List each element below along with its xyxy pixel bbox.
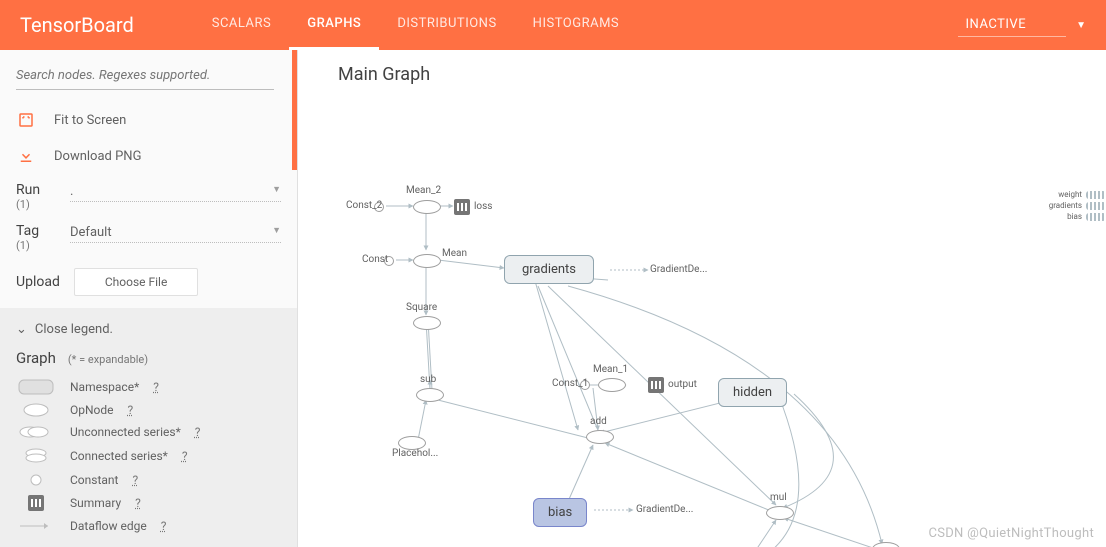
status-label: INACTIVE bbox=[966, 17, 1027, 32]
help-icon[interactable]: ? bbox=[135, 496, 141, 510]
placehol-label: Placehol... bbox=[392, 448, 438, 459]
legend-summary: Summary ? bbox=[16, 491, 281, 515]
mean2-label: Mean_2 bbox=[406, 185, 441, 196]
help-icon[interactable]: ? bbox=[195, 425, 201, 439]
tag-select[interactable]: Default▼ bbox=[70, 223, 281, 243]
add-opnode[interactable] bbox=[586, 430, 614, 444]
mul-opnode[interactable] bbox=[766, 506, 794, 520]
placehol2-opnode[interactable] bbox=[872, 542, 900, 547]
scroll-indicator[interactable] bbox=[292, 50, 297, 170]
square-label: Square bbox=[406, 302, 437, 313]
search-input[interactable] bbox=[16, 62, 274, 90]
graph-canvas[interactable]: Main Graph bbox=[298, 50, 1106, 547]
upload-label: Upload bbox=[16, 274, 60, 290]
canvas-title: Main Graph bbox=[338, 64, 430, 85]
run-select[interactable]: .▼ bbox=[70, 182, 281, 202]
graph-viewport[interactable]: gradients hidden bias weight Mean_2 Mean… bbox=[318, 100, 1106, 547]
download-icon bbox=[16, 146, 36, 166]
chevron-down-icon: ▼ bbox=[272, 225, 281, 240]
close-legend-toggle[interactable]: ⌄ Close legend. bbox=[16, 318, 281, 341]
fit-to-screen-button[interactable]: Fit to Screen bbox=[16, 102, 281, 138]
tab-distributions[interactable]: DISTRIBUTIONS bbox=[379, 0, 514, 50]
chevron-down-icon: ▼ bbox=[1076, 20, 1086, 31]
loss-summary[interactable] bbox=[454, 199, 470, 215]
add-label: add bbox=[590, 416, 607, 427]
choose-file-button[interactable]: Choose File bbox=[74, 268, 198, 296]
tab-graphs[interactable]: GRAPHS bbox=[289, 0, 379, 50]
legend-dataflow: Dataflow edge ? bbox=[16, 515, 281, 537]
unconnected-series-icon bbox=[16, 425, 56, 439]
minimap: weight gradients bias bbox=[1031, 190, 1106, 223]
opnode-icon bbox=[16, 403, 56, 417]
watermark: CSDN @QuietNightThought bbox=[928, 526, 1094, 541]
legend-title: Graph bbox=[16, 349, 56, 367]
mean1-label: Mean_1 bbox=[593, 364, 628, 375]
mean-label: Mean bbox=[442, 248, 467, 259]
run-label: Run bbox=[16, 182, 56, 198]
chevron-down-icon: ⌄ bbox=[16, 322, 27, 337]
const-label: Const bbox=[362, 254, 388, 265]
tab-scalars[interactable]: SCALARS bbox=[194, 0, 290, 50]
mul-label: mul bbox=[770, 492, 787, 503]
square-opnode[interactable] bbox=[413, 316, 441, 330]
const2-label: Const_2 bbox=[346, 200, 382, 211]
help-icon[interactable]: ? bbox=[161, 519, 167, 533]
legend-namespace: Namespace* ? bbox=[16, 375, 281, 399]
download-label: Download PNG bbox=[54, 149, 141, 164]
header-tabs: SCALARS GRAPHS DISTRIBUTIONS HISTOGRAMS bbox=[194, 0, 637, 50]
legend-hint: (* = expandable) bbox=[68, 353, 148, 366]
mean1-opnode[interactable] bbox=[598, 378, 626, 392]
sub-label: sub bbox=[420, 374, 436, 385]
legend-section: ⌄ Close legend. Graph (* = expandable) N… bbox=[0, 308, 297, 547]
connected-series-icon bbox=[16, 447, 56, 465]
legend-connected: Connected series* ? bbox=[16, 443, 281, 469]
dataflow-edge-icon bbox=[16, 521, 56, 531]
help-icon[interactable]: ? bbox=[128, 403, 134, 417]
gradientde2-label: GradientDe... bbox=[636, 504, 693, 515]
run-count: (1) bbox=[16, 198, 56, 211]
output-label: output bbox=[668, 379, 697, 390]
legend-unconnected: Unconnected series* ? bbox=[16, 421, 281, 443]
loss-label: loss bbox=[474, 201, 492, 212]
output-summary[interactable] bbox=[648, 377, 664, 393]
namespace-icon bbox=[16, 379, 56, 395]
summary-icon bbox=[16, 495, 56, 511]
help-icon[interactable]: ? bbox=[132, 473, 138, 487]
gradientde-label: GradientDe... bbox=[650, 264, 707, 275]
tag-count: (1) bbox=[16, 239, 56, 252]
brand-logo: TensorBoard bbox=[20, 13, 134, 37]
fit-label: Fit to Screen bbox=[54, 113, 126, 128]
tag-label: Tag bbox=[16, 223, 56, 239]
help-icon[interactable]: ? bbox=[153, 380, 159, 394]
bias-node[interactable]: bias bbox=[533, 498, 587, 527]
constant-icon bbox=[16, 474, 56, 486]
fit-screen-icon bbox=[16, 110, 36, 130]
download-png-button[interactable]: Download PNG bbox=[16, 138, 281, 174]
help-icon[interactable]: ? bbox=[182, 449, 188, 463]
mean2-opnode[interactable] bbox=[413, 200, 441, 214]
legend-opnode: OpNode ? bbox=[16, 399, 281, 421]
close-legend-label: Close legend. bbox=[35, 322, 113, 337]
sub-opnode[interactable] bbox=[416, 388, 444, 402]
const1-label: Const_1 bbox=[552, 378, 588, 389]
app-header: TensorBoard SCALARS GRAPHS DISTRIBUTIONS… bbox=[0, 0, 1106, 50]
main-area: Fit to Screen Download PNG Run (1) .▼ Ta… bbox=[0, 50, 1106, 547]
chevron-down-icon: ▼ bbox=[272, 184, 281, 199]
legend-constant: Constant ? bbox=[16, 469, 281, 491]
gradients-node[interactable]: gradients bbox=[504, 255, 594, 284]
mean-opnode[interactable] bbox=[413, 254, 441, 268]
status-select[interactable]: INACTIVE bbox=[958, 13, 1067, 37]
sidebar: Fit to Screen Download PNG Run (1) .▼ Ta… bbox=[0, 50, 298, 547]
tab-histograms[interactable]: HISTOGRAMS bbox=[515, 0, 637, 50]
hidden-node[interactable]: hidden bbox=[718, 378, 787, 407]
